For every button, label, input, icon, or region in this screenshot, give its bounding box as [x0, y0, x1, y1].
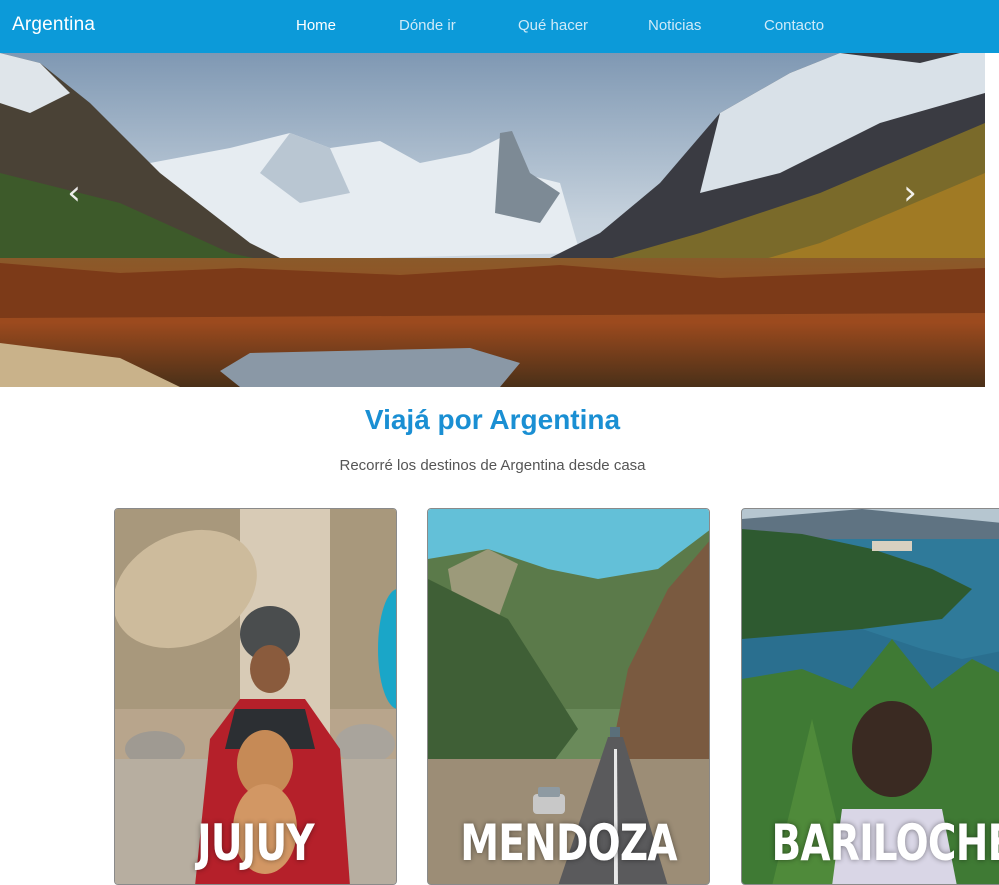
page-subtitle: Recorré los destinos de Argentina desde …: [339, 457, 646, 474]
card-label-mendoza: MENDOZA: [460, 814, 677, 872]
chevron-right-icon: ›: [903, 173, 917, 213]
nav-link-donde-ir[interactable]: Dónde ir: [399, 17, 456, 34]
chevron-left-icon: ‹: [67, 173, 81, 213]
hero-landscape-image: [0, 53, 985, 387]
nav-link-home[interactable]: Home: [296, 17, 336, 34]
nav-link-contacto[interactable]: Contacto: [764, 17, 824, 34]
destination-card-jujuy[interactable]: JUJUY: [114, 508, 397, 885]
hero-carousel: ‹ ›: [0, 53, 985, 387]
nav-links: Home Dónde ir Qué hacer Noticias Contact…: [0, 17, 999, 37]
card-label-jujuy: JUJUY: [197, 814, 314, 872]
navbar: Argentina Home Dónde ir Qué hacer Notici…: [0, 0, 999, 53]
carousel-next-button[interactable]: ›: [890, 173, 930, 213]
carousel-prev-button[interactable]: ‹: [54, 173, 94, 213]
card-label-bariloche: BARILOCHE: [771, 814, 999, 872]
destination-card-mendoza[interactable]: MENDOZA: [427, 508, 710, 885]
nav-link-que-hacer[interactable]: Qué hacer: [518, 17, 588, 34]
nav-link-noticias[interactable]: Noticias: [648, 17, 701, 34]
page-title: Viajá por Argentina: [364, 404, 621, 435]
destination-card-bariloche[interactable]: BARILOCHE: [741, 508, 999, 885]
